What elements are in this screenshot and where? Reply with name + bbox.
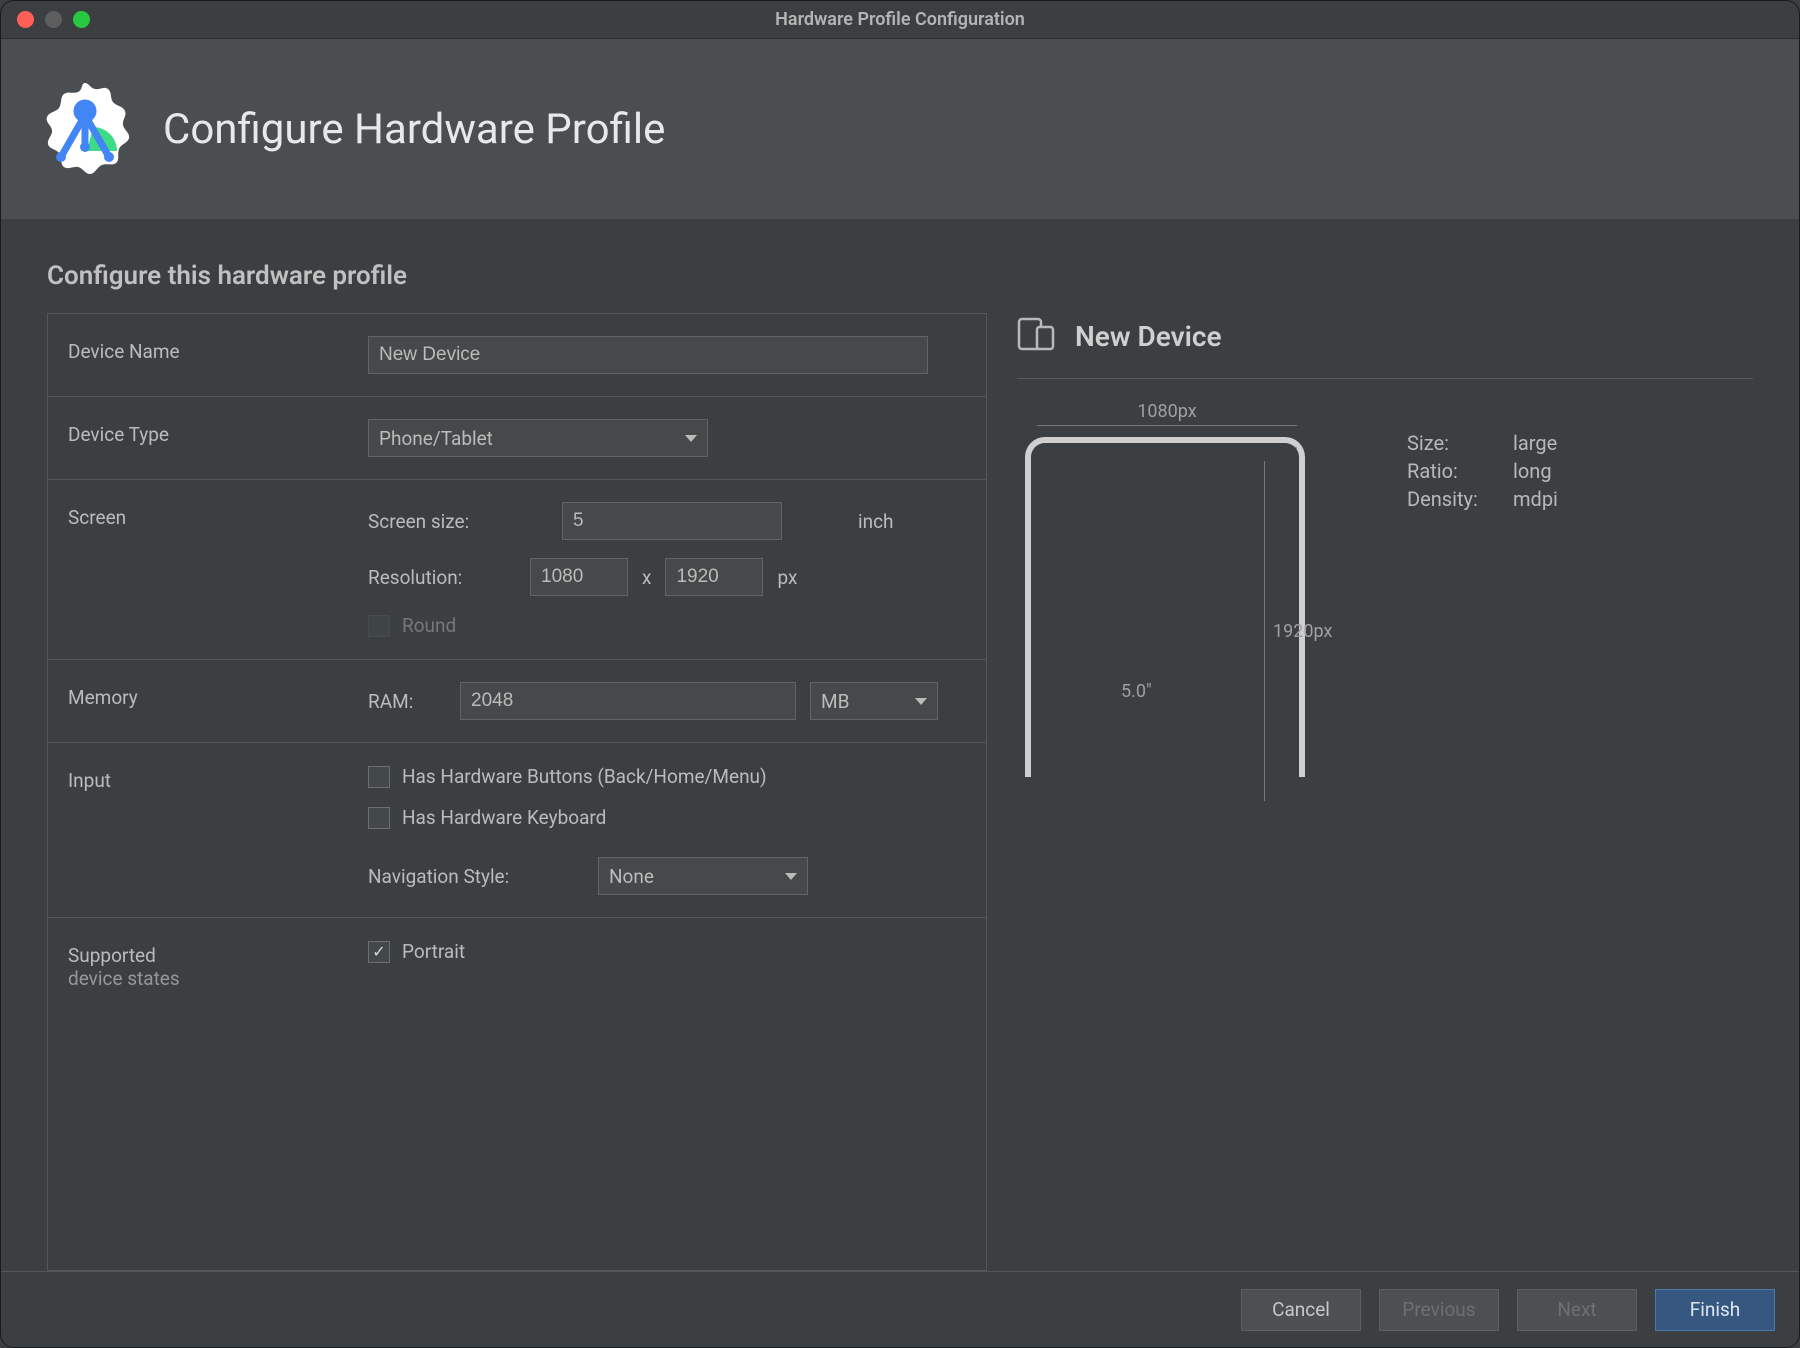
- banner: Configure Hardware Profile: [1, 39, 1799, 219]
- resolution-sep: x: [642, 566, 651, 589]
- hw-buttons-label: Has Hardware Buttons (Back/Home/Menu): [402, 765, 767, 788]
- row-input: Input Has Hardware Buttons (Back/Home/Me…: [48, 743, 986, 918]
- memory-label: Memory: [68, 682, 368, 720]
- checkbox-icon: [368, 766, 390, 788]
- devices-icon: [1017, 317, 1057, 356]
- device-name-input[interactable]: [368, 336, 928, 374]
- supported-states-label: Supported device states: [68, 940, 368, 990]
- chevron-down-icon: [915, 698, 927, 705]
- device-name-label: Device Name: [68, 336, 368, 374]
- content-area: Configure this hardware profile Device N…: [1, 219, 1799, 1271]
- screen-size-label: Screen size:: [368, 510, 548, 533]
- hw-keyboard-label: Has Hardware Keyboard: [402, 806, 606, 829]
- resolution-height-input[interactable]: [665, 558, 763, 596]
- spec-size-key: Size:: [1407, 431, 1501, 455]
- preview-body: 1080px 5.0" 1920px Size:: [1017, 431, 1753, 811]
- resolution-unit: px: [777, 566, 797, 589]
- finish-button[interactable]: Finish: [1655, 1289, 1775, 1331]
- window-title: Hardware Profile Configuration: [1, 9, 1799, 30]
- device-type-select[interactable]: Phone/Tablet: [368, 419, 708, 457]
- device-type-label: Device Type: [68, 419, 368, 457]
- spec-ratio-value: long: [1513, 459, 1552, 483]
- previous-button[interactable]: Previous: [1379, 1289, 1499, 1331]
- screen-size-unit: inch: [858, 510, 894, 533]
- section-subtitle: Configure this hardware profile: [47, 261, 1753, 291]
- checkbox-icon: [368, 615, 390, 637]
- spec-table: Size: large Ratio: long Density: mdpi: [1407, 431, 1558, 811]
- nav-style-select[interactable]: None: [598, 857, 808, 895]
- android-studio-icon: [35, 79, 135, 179]
- dimension-width: 1080px: [1037, 401, 1297, 426]
- nav-style-label: Navigation Style:: [368, 865, 584, 888]
- ram-unit-value: MB: [821, 690, 849, 713]
- chevron-down-icon: [685, 435, 697, 442]
- spec-ratio-key: Ratio:: [1407, 459, 1501, 483]
- spec-size-value: large: [1513, 431, 1557, 455]
- form-panel: Device Name Device Type Phone/Tablet: [47, 313, 987, 1271]
- nav-style-value: None: [609, 865, 654, 888]
- resolution-label: Resolution:: [368, 566, 516, 589]
- checkbox-icon: [368, 807, 390, 829]
- row-screen: Screen Screen size: inch Resolution: x: [48, 480, 986, 660]
- device-type-value: Phone/Tablet: [379, 427, 493, 450]
- dimension-height: 1920px: [1251, 461, 1351, 801]
- footer: Cancel Previous Next Finish: [1, 1271, 1799, 1347]
- input-label: Input: [68, 765, 368, 895]
- row-memory: Memory RAM: MB: [48, 660, 986, 743]
- spec-density-key: Density:: [1407, 487, 1501, 511]
- titlebar: Hardware Profile Configuration: [1, 1, 1799, 39]
- ram-input[interactable]: [460, 682, 796, 720]
- round-checkbox: Round: [368, 614, 456, 637]
- spec-density-value: mdpi: [1513, 487, 1558, 511]
- ram-unit-select[interactable]: MB: [810, 682, 938, 720]
- preview-title: New Device: [1075, 320, 1222, 353]
- portrait-checkbox[interactable]: ✓ Portrait: [368, 940, 966, 963]
- diagonal-label: 5.0": [1121, 681, 1152, 702]
- screen-label: Screen: [68, 502, 368, 637]
- device-diagram: 1080px 5.0" 1920px: [1017, 431, 1337, 811]
- resolution-width-input[interactable]: [530, 558, 628, 596]
- banner-title: Configure Hardware Profile: [163, 105, 665, 154]
- chevron-down-icon: [785, 873, 797, 880]
- row-device-type: Device Type Phone/Tablet: [48, 397, 986, 480]
- row-device-name: Device Name: [48, 314, 986, 397]
- checkbox-checked-icon: ✓: [368, 941, 390, 963]
- next-button[interactable]: Next: [1517, 1289, 1637, 1331]
- hw-keyboard-checkbox[interactable]: Has Hardware Keyboard: [368, 806, 966, 829]
- cancel-button[interactable]: Cancel: [1241, 1289, 1361, 1331]
- preview-panel: New Device 1080px 5.0" 1920px: [1017, 313, 1753, 1271]
- portrait-label: Portrait: [402, 940, 465, 963]
- dialog-window: Hardware Profile Configuration Configure…: [0, 0, 1800, 1348]
- round-label: Round: [402, 614, 456, 637]
- columns: Device Name Device Type Phone/Tablet: [47, 313, 1753, 1271]
- hw-buttons-checkbox[interactable]: Has Hardware Buttons (Back/Home/Menu): [368, 765, 966, 788]
- ram-label: RAM:: [368, 690, 446, 713]
- preview-header: New Device: [1017, 317, 1753, 379]
- row-supported-states: Supported device states ✓ Portrait: [48, 918, 986, 1012]
- screen-size-input[interactable]: [562, 502, 782, 540]
